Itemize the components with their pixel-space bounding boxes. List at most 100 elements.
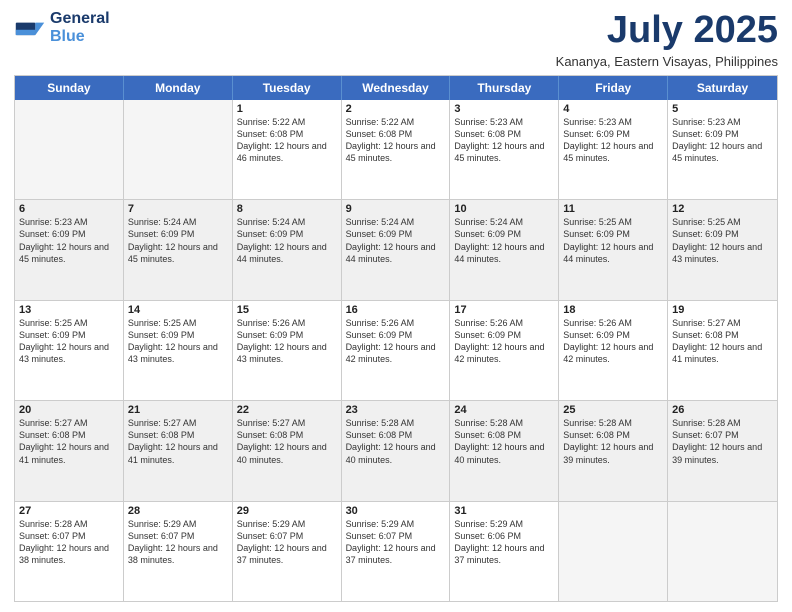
calendar-cell: 22Sunrise: 5:27 AM Sunset: 6:08 PM Dayli… — [233, 401, 342, 500]
logo-icon — [14, 12, 46, 44]
day-number: 25 — [563, 404, 663, 416]
day-number: 31 — [454, 505, 554, 517]
calendar-cell: 14Sunrise: 5:25 AM Sunset: 6:09 PM Dayli… — [124, 301, 233, 400]
month-title: July 2025 — [556, 10, 778, 52]
calendar-cell: 4Sunrise: 5:23 AM Sunset: 6:09 PM Daylig… — [559, 100, 668, 199]
day-number: 2 — [346, 103, 446, 115]
cell-info: Sunrise: 5:26 AM Sunset: 6:09 PM Dayligh… — [346, 317, 446, 366]
cell-info: Sunrise: 5:24 AM Sunset: 6:09 PM Dayligh… — [237, 216, 337, 265]
calendar-header-day: Thursday — [450, 76, 559, 100]
day-number: 8 — [237, 203, 337, 215]
cell-info: Sunrise: 5:24 AM Sunset: 6:09 PM Dayligh… — [346, 216, 446, 265]
calendar-cell: 13Sunrise: 5:25 AM Sunset: 6:09 PM Dayli… — [15, 301, 124, 400]
day-number: 17 — [454, 304, 554, 316]
calendar-row: 13Sunrise: 5:25 AM Sunset: 6:09 PM Dayli… — [15, 301, 777, 401]
calendar-cell: 21Sunrise: 5:27 AM Sunset: 6:08 PM Dayli… — [124, 401, 233, 500]
day-number: 7 — [128, 203, 228, 215]
cell-info: Sunrise: 5:22 AM Sunset: 6:08 PM Dayligh… — [346, 116, 446, 165]
day-number: 1 — [237, 103, 337, 115]
calendar-row: 27Sunrise: 5:28 AM Sunset: 6:07 PM Dayli… — [15, 502, 777, 601]
calendar-cell — [15, 100, 124, 199]
day-number: 29 — [237, 505, 337, 517]
day-number: 15 — [237, 304, 337, 316]
cell-info: Sunrise: 5:28 AM Sunset: 6:08 PM Dayligh… — [563, 417, 663, 466]
cell-info: Sunrise: 5:23 AM Sunset: 6:08 PM Dayligh… — [454, 116, 554, 165]
cell-info: Sunrise: 5:29 AM Sunset: 6:06 PM Dayligh… — [454, 518, 554, 567]
calendar-cell: 30Sunrise: 5:29 AM Sunset: 6:07 PM Dayli… — [342, 502, 451, 601]
day-number: 28 — [128, 505, 228, 517]
calendar-cell: 7Sunrise: 5:24 AM Sunset: 6:09 PM Daylig… — [124, 200, 233, 299]
calendar-header-day: Friday — [559, 76, 668, 100]
calendar-cell: 1Sunrise: 5:22 AM Sunset: 6:08 PM Daylig… — [233, 100, 342, 199]
cell-info: Sunrise: 5:23 AM Sunset: 6:09 PM Dayligh… — [672, 116, 773, 165]
logo: General Blue — [14, 10, 110, 45]
calendar-row: 20Sunrise: 5:27 AM Sunset: 6:08 PM Dayli… — [15, 401, 777, 501]
cell-info: Sunrise: 5:29 AM Sunset: 6:07 PM Dayligh… — [346, 518, 446, 567]
cell-info: Sunrise: 5:23 AM Sunset: 6:09 PM Dayligh… — [563, 116, 663, 165]
day-number: 9 — [346, 203, 446, 215]
calendar-cell: 12Sunrise: 5:25 AM Sunset: 6:09 PM Dayli… — [668, 200, 777, 299]
calendar-cell: 3Sunrise: 5:23 AM Sunset: 6:08 PM Daylig… — [450, 100, 559, 199]
cell-info: Sunrise: 5:28 AM Sunset: 6:07 PM Dayligh… — [672, 417, 773, 466]
cell-info: Sunrise: 5:22 AM Sunset: 6:08 PM Dayligh… — [237, 116, 337, 165]
calendar-cell — [124, 100, 233, 199]
day-number: 24 — [454, 404, 554, 416]
day-number: 30 — [346, 505, 446, 517]
calendar-header-day: Wednesday — [342, 76, 451, 100]
calendar-cell: 5Sunrise: 5:23 AM Sunset: 6:09 PM Daylig… — [668, 100, 777, 199]
cell-info: Sunrise: 5:25 AM Sunset: 6:09 PM Dayligh… — [128, 317, 228, 366]
calendar-cell: 6Sunrise: 5:23 AM Sunset: 6:09 PM Daylig… — [15, 200, 124, 299]
header: General Blue July 2025 Kananya, Eastern … — [14, 10, 778, 69]
cell-info: Sunrise: 5:28 AM Sunset: 6:08 PM Dayligh… — [346, 417, 446, 466]
calendar-cell: 15Sunrise: 5:26 AM Sunset: 6:09 PM Dayli… — [233, 301, 342, 400]
day-number: 6 — [19, 203, 119, 215]
cell-info: Sunrise: 5:24 AM Sunset: 6:09 PM Dayligh… — [454, 216, 554, 265]
calendar-cell: 25Sunrise: 5:28 AM Sunset: 6:08 PM Dayli… — [559, 401, 668, 500]
day-number: 19 — [672, 304, 773, 316]
calendar-cell: 31Sunrise: 5:29 AM Sunset: 6:06 PM Dayli… — [450, 502, 559, 601]
cell-info: Sunrise: 5:25 AM Sunset: 6:09 PM Dayligh… — [19, 317, 119, 366]
day-number: 10 — [454, 203, 554, 215]
cell-info: Sunrise: 5:28 AM Sunset: 6:07 PM Dayligh… — [19, 518, 119, 567]
title-block: July 2025 Kananya, Eastern Visayas, Phil… — [556, 10, 778, 69]
day-number: 27 — [19, 505, 119, 517]
calendar-cell: 8Sunrise: 5:24 AM Sunset: 6:09 PM Daylig… — [233, 200, 342, 299]
calendar-cell: 11Sunrise: 5:25 AM Sunset: 6:09 PM Dayli… — [559, 200, 668, 299]
calendar-cell: 18Sunrise: 5:26 AM Sunset: 6:09 PM Dayli… — [559, 301, 668, 400]
calendar-body: 1Sunrise: 5:22 AM Sunset: 6:08 PM Daylig… — [15, 100, 777, 601]
cell-info: Sunrise: 5:25 AM Sunset: 6:09 PM Dayligh… — [672, 216, 773, 265]
calendar-header-day: Saturday — [668, 76, 777, 100]
day-number: 23 — [346, 404, 446, 416]
cell-info: Sunrise: 5:28 AM Sunset: 6:08 PM Dayligh… — [454, 417, 554, 466]
day-number: 12 — [672, 203, 773, 215]
calendar-header: SundayMondayTuesdayWednesdayThursdayFrid… — [15, 76, 777, 100]
calendar-header-day: Monday — [124, 76, 233, 100]
day-number: 14 — [128, 304, 228, 316]
calendar-cell: 28Sunrise: 5:29 AM Sunset: 6:07 PM Dayli… — [124, 502, 233, 601]
calendar-cell: 2Sunrise: 5:22 AM Sunset: 6:08 PM Daylig… — [342, 100, 451, 199]
calendar-header-day: Tuesday — [233, 76, 342, 100]
day-number: 26 — [672, 404, 773, 416]
page: General Blue July 2025 Kananya, Eastern … — [0, 0, 792, 612]
calendar-cell: 20Sunrise: 5:27 AM Sunset: 6:08 PM Dayli… — [15, 401, 124, 500]
day-number: 5 — [672, 103, 773, 115]
calendar-cell: 23Sunrise: 5:28 AM Sunset: 6:08 PM Dayli… — [342, 401, 451, 500]
cell-info: Sunrise: 5:26 AM Sunset: 6:09 PM Dayligh… — [454, 317, 554, 366]
day-number: 13 — [19, 304, 119, 316]
calendar: SundayMondayTuesdayWednesdayThursdayFrid… — [14, 75, 778, 602]
cell-info: Sunrise: 5:24 AM Sunset: 6:09 PM Dayligh… — [128, 216, 228, 265]
cell-info: Sunrise: 5:25 AM Sunset: 6:09 PM Dayligh… — [563, 216, 663, 265]
cell-info: Sunrise: 5:27 AM Sunset: 6:08 PM Dayligh… — [19, 417, 119, 466]
day-number: 20 — [19, 404, 119, 416]
calendar-cell — [559, 502, 668, 601]
calendar-cell: 16Sunrise: 5:26 AM Sunset: 6:09 PM Dayli… — [342, 301, 451, 400]
calendar-row: 1Sunrise: 5:22 AM Sunset: 6:08 PM Daylig… — [15, 100, 777, 200]
cell-info: Sunrise: 5:26 AM Sunset: 6:09 PM Dayligh… — [237, 317, 337, 366]
calendar-cell: 24Sunrise: 5:28 AM Sunset: 6:08 PM Dayli… — [450, 401, 559, 500]
cell-info: Sunrise: 5:29 AM Sunset: 6:07 PM Dayligh… — [237, 518, 337, 567]
cell-info: Sunrise: 5:29 AM Sunset: 6:07 PM Dayligh… — [128, 518, 228, 567]
day-number: 3 — [454, 103, 554, 115]
calendar-cell: 9Sunrise: 5:24 AM Sunset: 6:09 PM Daylig… — [342, 200, 451, 299]
calendar-cell: 19Sunrise: 5:27 AM Sunset: 6:08 PM Dayli… — [668, 301, 777, 400]
day-number: 21 — [128, 404, 228, 416]
